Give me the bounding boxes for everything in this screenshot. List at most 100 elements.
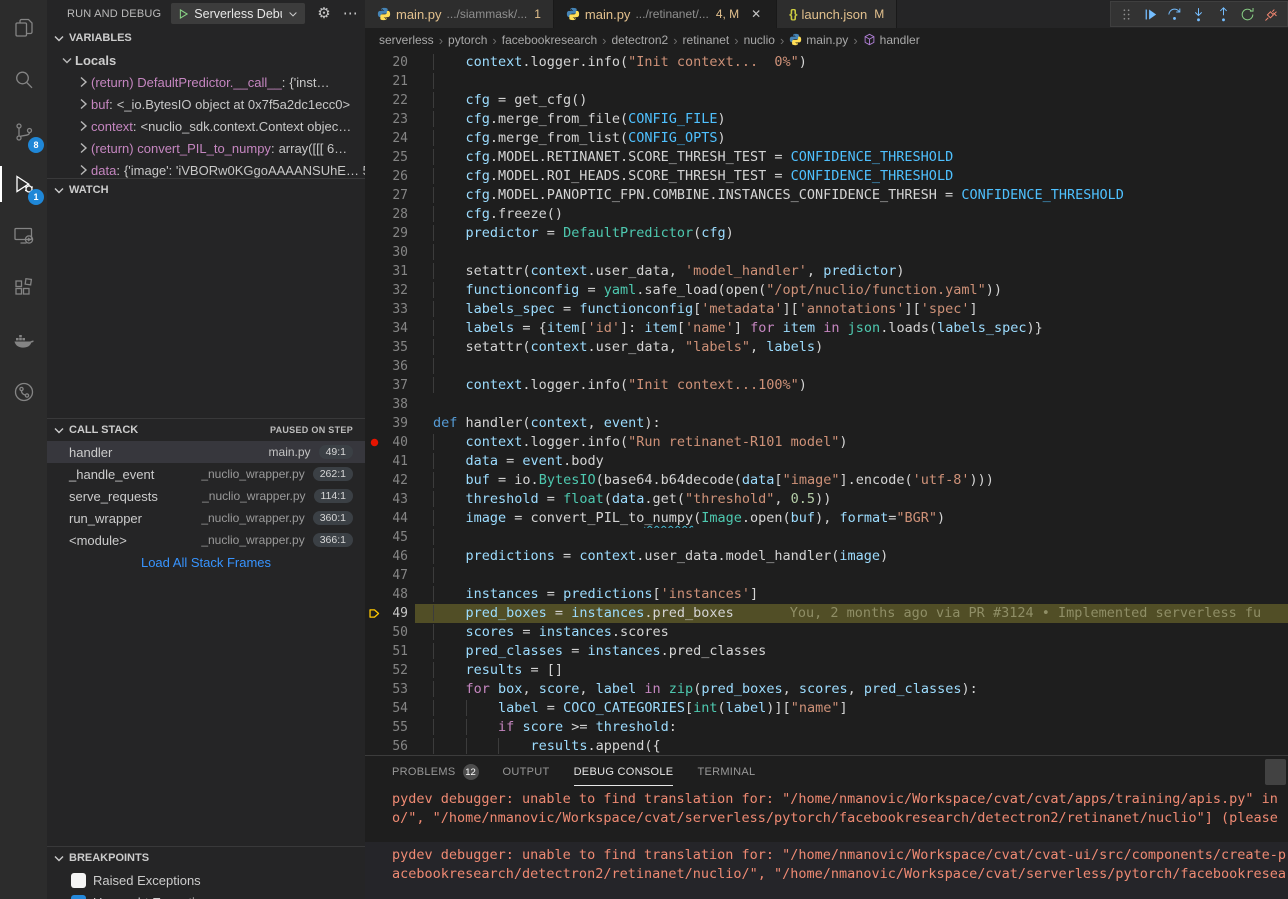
breadcrumb-item[interactable]: nuclio: [744, 33, 775, 47]
source-control-icon[interactable]: 8: [0, 106, 47, 158]
stack-frame[interactable]: <module>_nuclio_wrapper.py366:1: [47, 529, 365, 551]
tab-path-detail: .../retinanet/...: [635, 7, 708, 21]
gutter-glyph[interactable]: [365, 623, 383, 642]
breadcrumb-file[interactable]: main.py: [789, 33, 848, 47]
editor-tab[interactable]: {}launch.jsonM: [777, 0, 897, 28]
restart-button[interactable]: [1236, 2, 1258, 26]
breadcrumb-item[interactable]: retinanet: [683, 33, 730, 47]
gutter-glyph[interactable]: [365, 718, 383, 737]
load-all-stack-frames-link[interactable]: Load All Stack Frames: [47, 551, 365, 573]
gutter-glyph[interactable]: [365, 72, 383, 91]
breakpoint-row[interactable]: Uncaught Exceptions: [47, 891, 365, 899]
stack-frame[interactable]: _handle_event_nuclio_wrapper.py262:1: [47, 463, 365, 485]
more-actions-icon[interactable]: ⋯: [343, 6, 358, 21]
stack-frame[interactable]: handlermain.py49:1: [47, 441, 365, 463]
gutter-glyph[interactable]: [365, 566, 383, 585]
close-icon[interactable]: ✕: [748, 7, 764, 21]
explorer-icon[interactable]: [0, 2, 47, 54]
gutter-glyph[interactable]: [365, 262, 383, 281]
gutter-glyph[interactable]: [365, 167, 383, 186]
variables-section-header[interactable]: VARIABLES: [47, 27, 365, 49]
editor-tab[interactable]: main.py.../retinanet/...4, M✕: [554, 0, 777, 28]
gutter-glyph[interactable]: [365, 300, 383, 319]
checkbox[interactable]: [71, 895, 86, 899]
start-debugging-icon[interactable]: [177, 8, 189, 20]
panel-tab-terminal[interactable]: TERMINAL: [697, 756, 755, 786]
variable-row[interactable]: (return) DefaultPredictor.__call__:{'ins…: [47, 71, 365, 93]
variable-row[interactable]: (return) convert_PIL_to_numpy:array([[[ …: [47, 137, 365, 159]
panel-tab-output[interactable]: OUTPUT: [503, 756, 550, 786]
code-line: 38: [365, 395, 1288, 414]
gutter-glyph[interactable]: [365, 661, 383, 680]
launch-config-dropdown[interactable]: Serverless Debu: [171, 3, 305, 24]
gutter-glyph[interactable]: [365, 737, 383, 755]
gutter-glyph[interactable]: [365, 414, 383, 433]
checkbox[interactable]: [71, 873, 86, 888]
breakpoints-section-header[interactable]: BREAKPOINTS: [47, 847, 365, 869]
variables-scope-row[interactable]: Locals: [47, 49, 365, 71]
disconnect-button[interactable]: [1261, 2, 1283, 26]
gutter-glyph[interactable]: [365, 376, 383, 395]
panel-tab-problems[interactable]: PROBLEMS12: [392, 756, 479, 786]
breadcrumb-item[interactable]: facebookresearch: [502, 33, 597, 47]
gutter-glyph[interactable]: [365, 91, 383, 110]
breakpoint-row[interactable]: Raised Exceptions: [47, 869, 365, 891]
gutter-glyph[interactable]: [365, 319, 383, 338]
chevron-down-icon: [51, 30, 67, 46]
code-line: 48 instances = predictions['instances']: [365, 585, 1288, 604]
stack-frame[interactable]: serve_requests_nuclio_wrapper.py114:1: [47, 485, 365, 507]
gutter-glyph[interactable]: [365, 471, 383, 490]
remote-explorer-icon[interactable]: [0, 210, 47, 262]
gutter-glyph[interactable]: [365, 110, 383, 129]
breadcrumb-item[interactable]: pytorch: [448, 33, 487, 47]
continue-button[interactable]: [1139, 2, 1161, 26]
watch-section-header[interactable]: WATCH: [47, 179, 365, 201]
code-line: 26 cfg.MODEL.ROI_HEADS.SCORE_THRESH_TEST…: [365, 167, 1288, 186]
git-graph-icon[interactable]: [0, 366, 47, 418]
gutter-glyph[interactable]: [365, 281, 383, 300]
gutter-glyph[interactable]: [365, 395, 383, 414]
gutter-glyph[interactable]: [365, 53, 383, 72]
stack-frame[interactable]: run_wrapper_nuclio_wrapper.py360:1: [47, 507, 365, 529]
gutter-glyph[interactable]: [365, 357, 383, 376]
docker-icon[interactable]: [0, 314, 47, 366]
panel-tab-debug-console[interactable]: DEBUG CONSOLE: [574, 756, 674, 786]
gutter-glyph[interactable]: [365, 642, 383, 661]
breadcrumb-symbol[interactable]: handler: [863, 33, 920, 47]
gripper-handle[interactable]: [1115, 2, 1137, 26]
step-out-button[interactable]: [1212, 2, 1234, 26]
indent-guide: [433, 244, 466, 260]
step-over-button[interactable]: [1164, 2, 1186, 26]
gutter-glyph[interactable]: [365, 243, 383, 262]
step-into-button[interactable]: [1188, 2, 1210, 26]
current-line-arrow-icon[interactable]: [365, 604, 383, 623]
gutter-glyph[interactable]: [365, 205, 383, 224]
variable-row[interactable]: buf:<_io.BytesIO object at 0x7f5a2dc1ecc…: [47, 93, 365, 115]
gutter-glyph[interactable]: [365, 699, 383, 718]
gutter-glyph[interactable]: [365, 148, 383, 167]
code-editor[interactable]: 20 context.logger.info("Init context... …: [365, 52, 1288, 755]
gutter-glyph[interactable]: [365, 338, 383, 357]
gutter-glyph[interactable]: [365, 490, 383, 509]
search-icon[interactable]: [0, 54, 47, 106]
extensions-icon[interactable]: [0, 262, 47, 314]
gutter-glyph[interactable]: [365, 186, 383, 205]
gutter-glyph[interactable]: [365, 452, 383, 471]
variable-row[interactable]: data:{'image': 'iVBORw0KGgoAAAANSUhE… 55: [47, 159, 365, 178]
gutter-glyph[interactable]: [365, 129, 383, 148]
editor-tab[interactable]: main.py.../siammask/...1: [365, 0, 554, 28]
panel-scrollbar-thumb[interactable]: [1265, 759, 1286, 785]
breakpoint-icon[interactable]: [365, 433, 383, 452]
gutter-glyph[interactable]: [365, 224, 383, 243]
breadcrumb-item[interactable]: detectron2: [611, 33, 668, 47]
call-stack-section-header[interactable]: CALL STACK PAUSED ON STEP: [47, 419, 365, 441]
gutter-glyph[interactable]: [365, 547, 383, 566]
gutter-glyph[interactable]: [365, 509, 383, 528]
gear-icon[interactable]: ⚙: [317, 6, 330, 21]
gutter-glyph[interactable]: [365, 585, 383, 604]
breadcrumb-item[interactable]: serverless: [379, 33, 434, 47]
variable-row[interactable]: context:<nuclio_sdk.context.Context obje…: [47, 115, 365, 137]
gutter-glyph[interactable]: [365, 680, 383, 699]
run-and-debug-icon[interactable]: 1: [0, 158, 47, 210]
gutter-glyph[interactable]: [365, 528, 383, 547]
